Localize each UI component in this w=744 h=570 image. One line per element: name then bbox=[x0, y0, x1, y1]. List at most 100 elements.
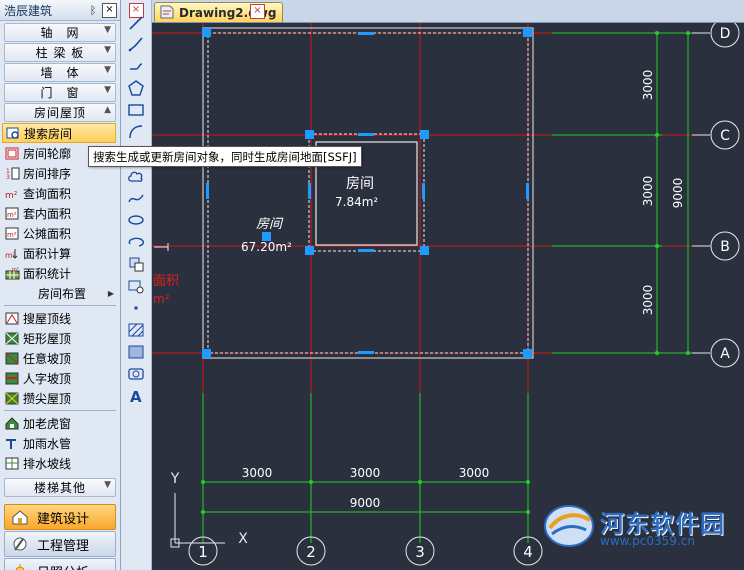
svg-text:m²: m² bbox=[12, 267, 19, 273]
rectangle-tool-icon[interactable] bbox=[125, 100, 147, 120]
menu-item-dormer[interactable]: 加老虎窗 bbox=[0, 413, 120, 433]
menu-item-rain-pipe[interactable]: 加雨水管 bbox=[0, 433, 120, 453]
category-wall[interactable]: 墙 体 ▼ bbox=[4, 63, 116, 82]
inner-area-icon: m² bbox=[5, 207, 19, 219]
menu-item-area-stats[interactable]: m² 面积统计 bbox=[0, 263, 120, 283]
menu-item-drain-slope[interactable]: 排水坡线 bbox=[0, 453, 120, 473]
menu-item-gable-roof[interactable]: 人字坡顶 bbox=[0, 368, 120, 388]
svg-text:m²: m² bbox=[5, 251, 16, 260]
chevron-up-icon: ▲ bbox=[104, 105, 111, 115]
search-room-icon bbox=[6, 127, 19, 139]
sun-icon bbox=[15, 564, 25, 570]
axis-lines bbox=[152, 23, 712, 393]
palette-titlebar: 浩辰建筑 ᛒ × bbox=[0, 0, 120, 21]
menu-item-slope-roof[interactable]: 任意坡顶 bbox=[0, 348, 120, 368]
ellipse-arc-tool-icon[interactable] bbox=[125, 232, 147, 252]
menu-item-search-roofline[interactable]: 搜屋顶线 bbox=[0, 308, 120, 328]
room-small-area: 7.84m² bbox=[335, 195, 378, 209]
rain-pipe-icon bbox=[6, 438, 16, 449]
selection-grips bbox=[202, 28, 532, 358]
dim-right-2: 3000 bbox=[641, 176, 655, 207]
polyline-tool-icon[interactable] bbox=[125, 34, 147, 54]
axis-label-b: B bbox=[720, 239, 730, 255]
watermark-logo-icon bbox=[544, 505, 594, 547]
revcloud-tool-icon[interactable] bbox=[125, 166, 147, 186]
ucs-icon bbox=[170, 493, 225, 548]
line-tool-icon[interactable] bbox=[125, 13, 147, 33]
menu-item-shared-area[interactable]: m² 公摊面积 bbox=[0, 223, 120, 243]
category-column-beam-slab[interactable]: 柱 梁 板 ▼ bbox=[4, 43, 116, 62]
svg-text:3: 3 bbox=[6, 174, 10, 180]
shared-area-icon: m² bbox=[5, 227, 19, 239]
menu-item-query-area[interactable]: m² 查询面积 bbox=[0, 183, 120, 203]
pline-tool-icon[interactable] bbox=[125, 56, 147, 76]
divider bbox=[4, 410, 116, 411]
drawing-canvas[interactable]: 房间 7.84m² 房间 67.20m² 面积 m² 3000 3000 300… bbox=[152, 23, 744, 570]
arc-tool-icon[interactable] bbox=[125, 122, 147, 142]
module-architecture-design[interactable]: 建筑设计 bbox=[4, 504, 116, 530]
dwg-file-icon bbox=[160, 5, 174, 19]
axis-label-c: C bbox=[720, 128, 730, 144]
svg-text:m²: m² bbox=[5, 191, 18, 200]
draw-toolbar: × A bbox=[121, 0, 152, 570]
house-icon bbox=[12, 510, 28, 525]
divider bbox=[4, 305, 116, 306]
menu-item-pyramid-roof[interactable]: 攒尖屋顶 bbox=[0, 388, 120, 408]
axis-label-4: 4 bbox=[523, 543, 533, 561]
spline-tool-icon[interactable] bbox=[125, 188, 147, 208]
chevron-down-icon: ▼ bbox=[104, 45, 111, 55]
dim-bottom-1: 3000 bbox=[242, 466, 273, 480]
category-door-window[interactable]: 门 窗 ▼ bbox=[4, 83, 116, 102]
axis-label-2: 2 bbox=[306, 543, 316, 561]
compass-icon bbox=[13, 537, 27, 551]
dim-right-total: 9000 bbox=[671, 178, 685, 209]
gradient-tool-icon[interactable] bbox=[125, 342, 147, 362]
chevron-down-icon: ▼ bbox=[104, 25, 111, 35]
category-room-roof[interactable]: 房间屋顶 ▲ bbox=[4, 103, 116, 122]
module-project-management[interactable]: 工程管理 bbox=[4, 531, 116, 557]
menu-item-search-room[interactable]: 搜索房间 bbox=[2, 123, 116, 143]
dormer-icon bbox=[5, 416, 19, 429]
insert-block-icon[interactable] bbox=[125, 254, 147, 274]
make-block-icon[interactable] bbox=[125, 276, 147, 296]
menu-item-area-calc[interactable]: m² 面积计算 bbox=[0, 243, 120, 263]
crosshair-cursor bbox=[154, 243, 169, 251]
room-outline-icon bbox=[5, 147, 19, 159]
query-area-icon: m² bbox=[5, 191, 18, 200]
point-tool-icon[interactable] bbox=[125, 298, 147, 318]
menu-item-rect-roof[interactable]: 矩形屋顶 bbox=[0, 328, 120, 348]
menu-item-inner-area[interactable]: m² 套内面积 bbox=[0, 203, 120, 223]
tab-close-button[interactable]: × bbox=[250, 4, 265, 19]
room-large-area: 67.20m² bbox=[241, 240, 292, 254]
room-small-name: 房间 bbox=[346, 176, 374, 192]
polygon-tool-icon[interactable] bbox=[125, 78, 147, 98]
axis-label-a: A bbox=[720, 346, 730, 362]
palette-close-button[interactable]: × bbox=[102, 2, 117, 18]
cad-drawing: 房间 7.84m² 房间 67.20m² 面积 m² 3000 3000 300… bbox=[152, 23, 740, 566]
dim-bottom-total: 9000 bbox=[350, 496, 381, 510]
pin-icon[interactable]: ᛒ bbox=[86, 4, 100, 17]
watermark-url: www.pc0359.cn bbox=[600, 534, 695, 548]
room-sort-icon: 13 bbox=[6, 167, 20, 180]
pyramid-roof-icon bbox=[5, 392, 19, 404]
outer-wall bbox=[202, 27, 534, 359]
search-roofline-icon bbox=[5, 312, 19, 324]
area-calc-icon: m² bbox=[5, 248, 18, 260]
module-sunlight-analysis[interactable]: 日照分析 bbox=[4, 558, 116, 570]
tooltip: 搜索生成或更新房间对象，同时生成房间地面[SSFJ] bbox=[88, 146, 362, 167]
ellipse-tool-icon[interactable] bbox=[125, 210, 147, 230]
hatch-tool-icon[interactable] bbox=[125, 320, 147, 340]
chevron-down-icon: ▼ bbox=[104, 65, 111, 75]
category-axis-grid[interactable]: 轴 网 ▼ bbox=[4, 23, 116, 42]
chevron-down-icon: ▼ bbox=[104, 480, 111, 490]
chevron-right-icon: ▶ bbox=[107, 288, 114, 298]
region-tool-icon[interactable] bbox=[125, 364, 147, 384]
svg-text:m²: m² bbox=[7, 211, 17, 219]
room-large-outline bbox=[207, 32, 529, 354]
category-stairs-other[interactable]: 楼梯其他 ▼ bbox=[4, 478, 116, 497]
document-tab-bar: Drawing2.dwg × bbox=[152, 0, 744, 23]
menu-item-room-layout[interactable]: 房间布置 ▶ bbox=[0, 283, 120, 303]
axis-label-3: 3 bbox=[415, 543, 425, 561]
text-tool-icon[interactable]: A bbox=[125, 386, 147, 406]
dim-right-1: 3000 bbox=[641, 70, 655, 101]
